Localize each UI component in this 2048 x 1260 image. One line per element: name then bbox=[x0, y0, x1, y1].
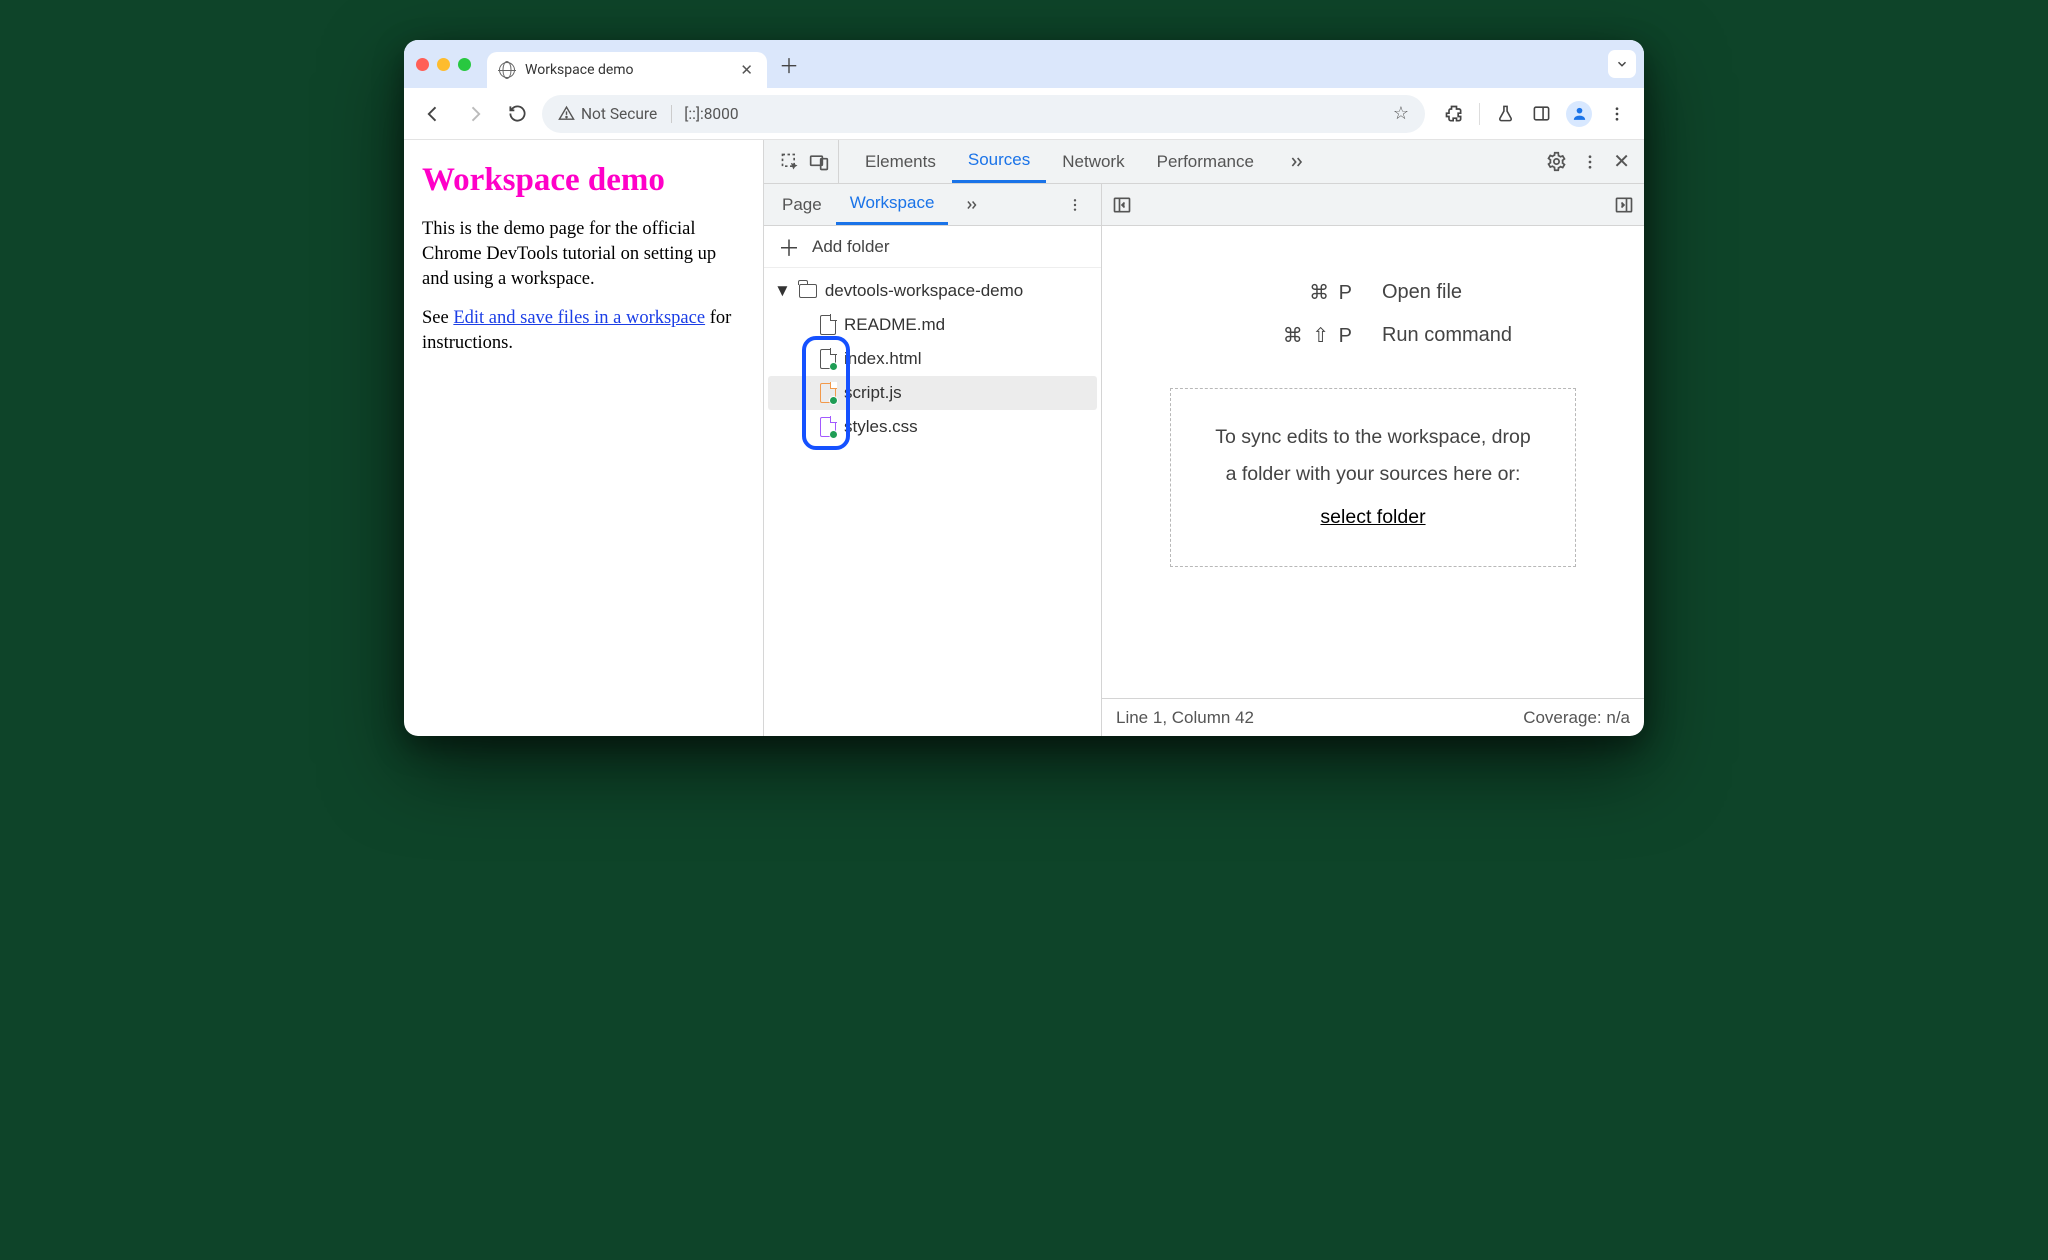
sources-editor: ⌘ P Open file ⌘ ⇧ P Run command To sync … bbox=[1102, 184, 1644, 736]
labs-button[interactable] bbox=[1494, 103, 1516, 125]
security-indicator[interactable]: Not Secure bbox=[558, 105, 672, 123]
maximize-window-button[interactable] bbox=[458, 58, 471, 71]
editor-toolbar bbox=[1102, 184, 1644, 226]
editor-status-bar: Line 1, Column 42 Coverage: n/a bbox=[1102, 698, 1644, 736]
cursor-position: Line 1, Column 42 bbox=[1116, 708, 1254, 728]
shortcut-open-keys: ⌘ P bbox=[1234, 280, 1354, 305]
separator bbox=[1479, 103, 1480, 125]
navigator-menu[interactable] bbox=[1053, 184, 1097, 225]
shortcut-hints: ⌘ P Open file ⌘ ⇧ P Run command bbox=[1234, 280, 1512, 348]
sources-subtabs: Page Workspace bbox=[764, 184, 1101, 226]
close-devtools-icon[interactable]: ✕ bbox=[1613, 149, 1630, 174]
tree-file-styles[interactable]: styles.css bbox=[768, 410, 1097, 444]
settings-icon[interactable] bbox=[1546, 151, 1567, 172]
subtab-page[interactable]: Page bbox=[768, 184, 836, 225]
tab-performance[interactable]: Performance bbox=[1141, 140, 1270, 183]
file-tree: ▼ devtools-workspace-demo README.md bbox=[764, 268, 1101, 450]
forward-button[interactable] bbox=[458, 97, 492, 131]
show-navigator-icon[interactable] bbox=[1112, 195, 1132, 215]
address-bar[interactable]: Not Secure [::]:8000 ☆ bbox=[542, 95, 1425, 133]
globe-icon bbox=[499, 62, 515, 78]
editor-body: ⌘ P Open file ⌘ ⇧ P Run command To sync … bbox=[1102, 226, 1644, 698]
shortcut-run-label: Run command bbox=[1382, 324, 1512, 347]
close-tab-button[interactable]: ✕ bbox=[740, 61, 753, 79]
side-panel-button[interactable] bbox=[1530, 103, 1552, 125]
folder-icon bbox=[799, 284, 817, 298]
shortcut-run-keys: ⌘ ⇧ P bbox=[1234, 323, 1354, 348]
url-text: [::]:8000 bbox=[684, 105, 1381, 123]
new-tab-button[interactable]: ＋ bbox=[775, 50, 803, 78]
tutorial-link[interactable]: Edit and save files in a workspace bbox=[453, 308, 705, 328]
file-icon bbox=[820, 349, 836, 369]
select-folder-link[interactable]: select folder bbox=[1320, 506, 1425, 528]
tab-sources[interactable]: Sources bbox=[952, 140, 1046, 183]
profile-button[interactable] bbox=[1566, 101, 1592, 127]
tab-elements[interactable]: Elements bbox=[849, 140, 952, 183]
plus-icon: ＋ bbox=[778, 231, 800, 263]
minimize-window-button[interactable] bbox=[437, 58, 450, 71]
page-see-line: See Edit and save files in a workspace f… bbox=[422, 306, 745, 356]
workspace-dropzone[interactable]: To sync edits to the workspace, drop a f… bbox=[1170, 388, 1575, 567]
tree-file-readme[interactable]: README.md bbox=[768, 308, 1097, 342]
tab-search-button[interactable] bbox=[1608, 50, 1636, 78]
tab-network[interactable]: Network bbox=[1046, 140, 1140, 183]
browser-toolbar: Not Secure [::]:8000 ☆ bbox=[404, 88, 1644, 140]
not-secure-label: Not Secure bbox=[581, 105, 657, 123]
tree-file-index[interactable]: index.html bbox=[768, 342, 1097, 376]
bookmark-button[interactable]: ☆ bbox=[1393, 103, 1409, 124]
add-folder-button[interactable]: ＋ Add folder bbox=[764, 226, 1101, 268]
tab-strip: Workspace demo ✕ ＋ bbox=[404, 40, 1644, 88]
devtools-tabstrip: Elements Sources Network Performance ✕ bbox=[764, 140, 1644, 184]
file-icon bbox=[820, 383, 836, 403]
window-controls bbox=[412, 58, 479, 71]
coverage-status: Coverage: n/a bbox=[1523, 708, 1630, 728]
show-debugger-icon[interactable] bbox=[1614, 195, 1634, 215]
device-toolbar-icon[interactable] bbox=[808, 152, 830, 172]
sources-navigator: Page Workspace ＋ Add folder bbox=[764, 184, 1102, 736]
tree-file-script[interactable]: script.js bbox=[768, 376, 1097, 410]
tab-overflow-button[interactable] bbox=[1270, 140, 1324, 183]
extensions-button[interactable] bbox=[1443, 103, 1465, 125]
tree-folder[interactable]: ▼ devtools-workspace-demo bbox=[768, 274, 1097, 308]
devtools-menu-icon[interactable] bbox=[1581, 153, 1599, 171]
tab-title: Workspace demo bbox=[525, 62, 730, 78]
page-intro: This is the demo page for the official C… bbox=[422, 217, 745, 292]
shortcut-open-label: Open file bbox=[1382, 281, 1462, 304]
back-button[interactable] bbox=[416, 97, 450, 131]
file-icon bbox=[820, 315, 836, 335]
browser-window: Workspace demo ✕ ＋ Not Secure [::]:8000 … bbox=[404, 40, 1644, 736]
subtab-workspace[interactable]: Workspace bbox=[836, 184, 949, 225]
chrome-menu-button[interactable] bbox=[1606, 103, 1628, 125]
close-window-button[interactable] bbox=[416, 58, 429, 71]
browser-tab[interactable]: Workspace demo ✕ bbox=[487, 52, 767, 88]
inspect-element-icon[interactable] bbox=[780, 152, 800, 172]
subtab-overflow[interactable] bbox=[948, 184, 996, 225]
file-icon bbox=[820, 417, 836, 437]
page-viewport: Workspace demo This is the demo page for… bbox=[404, 140, 764, 736]
toolbar-actions bbox=[1433, 101, 1632, 127]
devtools-panel: Elements Sources Network Performance ✕ bbox=[764, 140, 1644, 736]
reload-button[interactable] bbox=[500, 97, 534, 131]
page-heading: Workspace demo bbox=[422, 162, 745, 199]
expand-icon: ▼ bbox=[774, 281, 791, 301]
content-area: Workspace demo This is the demo page for… bbox=[404, 140, 1644, 736]
